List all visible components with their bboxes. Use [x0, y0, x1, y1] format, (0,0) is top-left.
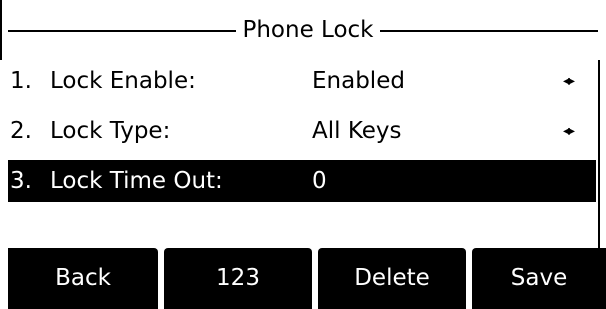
title-rule-left	[8, 30, 236, 32]
settings-list: 1. Lock Enable: Enabled ◂▸ 2. Lock Type:…	[8, 56, 596, 202]
list-item-index: 2.	[10, 118, 32, 144]
list-item-index: 1.	[10, 68, 32, 94]
list-item-label: Lock Enable:	[50, 68, 196, 94]
page-title: Phone Lock	[242, 17, 374, 43]
lock-type-value[interactable]: All Keys	[312, 106, 402, 156]
title-bar: Phone Lock	[0, 0, 606, 56]
back-button[interactable]: Back	[8, 248, 158, 309]
lock-enable-value[interactable]: Enabled	[312, 56, 405, 106]
phone-lock-screen: Phone Lock 1. Lock Enable: Enabled ◂▸ 2.…	[0, 0, 606, 309]
scrollbar[interactable]	[598, 60, 600, 248]
input-mode-button[interactable]: 123	[164, 248, 312, 309]
list-item-lock-type[interactable]: 2. Lock Type: All Keys ◂▸	[8, 106, 596, 156]
left-right-arrows-icon: ◂▸	[563, 123, 575, 139]
list-item-lock-enable[interactable]: 1. Lock Enable: Enabled ◂▸	[8, 56, 596, 106]
list-item-index: 3.	[10, 168, 32, 194]
lock-time-out-input[interactable]: 0	[312, 160, 327, 202]
softkey-bar: Back 123 Delete Save	[8, 248, 606, 309]
list-item-label: Lock Type:	[50, 118, 171, 144]
left-right-arrows-icon: ◂▸	[563, 73, 575, 89]
delete-button[interactable]: Delete	[318, 248, 466, 309]
list-item-label: Lock Time Out:	[50, 168, 223, 194]
title-rule-right	[380, 30, 598, 32]
list-item-lock-time-out[interactable]: 3. Lock Time Out: 0	[8, 160, 596, 202]
save-button[interactable]: Save	[472, 248, 606, 309]
